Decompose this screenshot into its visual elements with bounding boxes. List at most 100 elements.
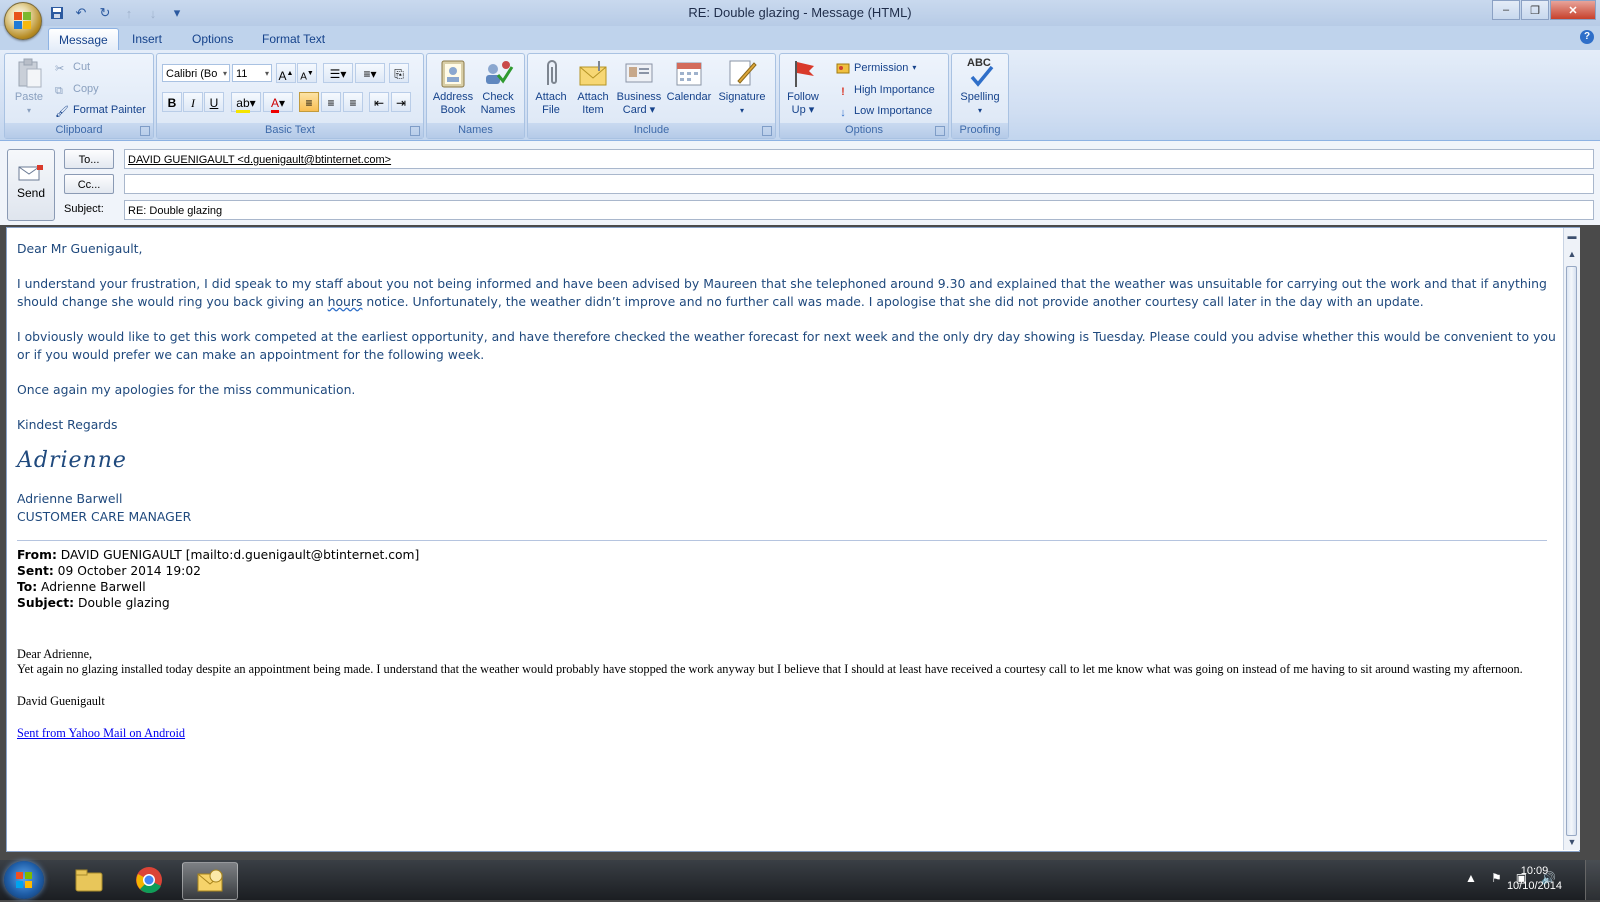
title-bar: ↶ ↻ ↑ ↓ ▾ RE: Double glazing - Message (… — [0, 0, 1600, 26]
clipboard-dialog-launcher[interactable] — [140, 126, 150, 136]
help-icon[interactable]: ? — [1580, 30, 1594, 44]
options-group: Follow Up ▾ Permission ▾ ! High Importance… — [779, 53, 949, 139]
attach-item-button[interactable]: Attach Item — [572, 57, 614, 117]
permission-button[interactable]: Permission ▾ — [836, 59, 916, 77]
align-left-button[interactable]: ≡ — [299, 92, 319, 112]
windows-logo-icon — [16, 872, 32, 888]
yahoo-mail-link[interactable]: Sent from Yahoo Mail on Android — [17, 726, 185, 740]
taskbar-chrome[interactable] — [122, 862, 176, 898]
ribbon-tabs: Message Insert Options Format Text ? — [0, 26, 1600, 51]
proofing-group: ABC Spelling ▾ Proofing — [951, 53, 1009, 139]
to-button[interactable]: To... — [64, 149, 114, 169]
decrease-indent-button[interactable]: ⇤ — [369, 92, 389, 112]
underline-button[interactable]: U — [204, 92, 224, 112]
tab-format-text[interactable]: Format Text — [252, 28, 335, 50]
taskbar-outlook[interactable] — [182, 862, 238, 900]
subject-field[interactable]: RE: Double glazing — [124, 200, 1594, 220]
names-group: Address Book Check Names Names — [426, 53, 525, 139]
bold-button[interactable]: B — [162, 92, 182, 112]
increase-indent-button[interactable]: ⇥ — [391, 92, 411, 112]
attach-file-button[interactable]: Attach File — [530, 57, 572, 117]
ribbon: Paste ▾ ✂ Cut ⧉ Copy 🖌 Format Painter Clipb… — [0, 50, 1600, 141]
vertical-scrollbar[interactable]: ▬ ▲ ▼ — [1563, 228, 1580, 850]
closing: Kindest Regards — [17, 417, 118, 432]
greeting: Dear Mr Guenigault, — [17, 241, 143, 256]
calendar-button[interactable]: Calendar — [664, 57, 714, 104]
down-arrow-icon: ↓ — [840, 107, 846, 119]
options-label: Options — [780, 123, 948, 138]
office-button[interactable] — [4, 2, 42, 40]
include-dialog-launcher[interactable] — [762, 126, 772, 136]
scroll-thumb[interactable] — [1566, 266, 1577, 836]
numbering-button[interactable]: ≡▾ — [355, 63, 385, 83]
copy-button[interactable]: ⧉ Copy — [55, 80, 99, 98]
font-size-box[interactable]: 11 ▾ — [232, 64, 272, 82]
basic-text-label: Basic Text — [157, 123, 423, 138]
tab-insert[interactable]: Insert — [122, 28, 172, 50]
follow-up-button[interactable]: Follow Up ▾ — [782, 57, 824, 117]
font-color-button[interactable]: A▾ — [263, 92, 293, 113]
envelope-clip-icon — [577, 57, 609, 89]
original-header: From: DAVID GUENIGAULT [mailto:d.gueniga… — [17, 548, 420, 610]
include-label: Include — [528, 123, 775, 138]
to-recipient[interactable]: DAVID GUENIGAULT <d.guenigault@btinterne… — [128, 154, 391, 166]
signature-title: CUSTOMER CARE MANAGER — [17, 509, 192, 524]
flag-icon — [787, 57, 819, 89]
paintbrush-icon: 🖌 — [55, 106, 69, 118]
close-button[interactable]: ✕ — [1550, 0, 1596, 20]
address-book-button[interactable]: Address Book — [431, 57, 475, 117]
message-body[interactable]: Dear Mr Guenigault, I understand your fr… — [6, 227, 1580, 852]
clock[interactable]: 10:09 10/10/2014 — [1507, 864, 1562, 894]
format-painter-button[interactable]: 🖌 Format Painter — [55, 101, 146, 119]
minimize-button[interactable]: – — [1492, 0, 1520, 20]
split-handle-icon[interactable]: ▬ — [1564, 228, 1580, 244]
cc-field[interactable] — [124, 174, 1594, 194]
cut-button[interactable]: ✂ Cut — [55, 58, 90, 76]
basic-text-dialog-launcher[interactable] — [410, 126, 420, 136]
show-hidden-icons-icon[interactable]: ▲ — [1465, 871, 1477, 885]
folder-icon — [75, 869, 103, 892]
low-importance-button[interactable]: ↓ Low Importance — [836, 102, 932, 120]
highlight-button[interactable]: ab▾ — [231, 92, 261, 113]
business-card-button[interactable]: Business Card ▾ — [614, 57, 664, 117]
scroll-down-button[interactable]: ▼ — [1564, 834, 1580, 850]
italic-button[interactable]: I — [183, 92, 203, 112]
taskbar-explorer[interactable] — [62, 862, 116, 898]
shrink-font-button[interactable]: A▼ — [297, 63, 317, 83]
action-center-flag-icon[interactable]: ⚑ — [1491, 871, 1502, 885]
signature-button[interactable]: Signature ▾ — [714, 57, 770, 117]
clear-formatting-button[interactable]: ⎘ — [389, 63, 409, 83]
options-dialog-launcher[interactable] — [935, 126, 945, 136]
high-importance-button[interactable]: ! High Importance — [836, 81, 935, 99]
tab-message[interactable]: Message — [48, 28, 119, 51]
window-controls: – ❐ ✕ — [1491, 0, 1596, 20]
cc-button[interactable]: Cc... — [64, 174, 114, 194]
spelling-flag-word: hours — [327, 294, 363, 309]
scroll-up-button[interactable]: ▲ — [1564, 246, 1580, 262]
bullets-button[interactable]: ☰▾ — [323, 63, 353, 83]
exclamation-icon: ! — [841, 86, 845, 98]
signature-name: Adrienne Barwell — [17, 491, 123, 506]
paste-button[interactable]: Paste ▾ — [9, 57, 49, 117]
start-button[interactable] — [4, 861, 44, 899]
paragraph-2: I obviously would like to get this work … — [17, 329, 1556, 362]
align-center-button[interactable]: ≡ — [321, 92, 341, 112]
to-field[interactable]: DAVID GUENIGAULT <d.guenigault@btinterne… — [124, 149, 1594, 169]
spelling-button[interactable]: ABC Spelling ▾ — [954, 57, 1006, 117]
reply-content: Dear Mr Guenigault, I understand your fr… — [17, 240, 1565, 758]
check-names-button[interactable]: Check Names — [475, 57, 521, 117]
check-names-icon — [482, 57, 514, 89]
show-desktop-button[interactable] — [1585, 860, 1600, 900]
outlook-icon — [197, 869, 223, 892]
clipboard-group: Paste ▾ ✂ Cut ⧉ Copy 🖌 Format Painter Clipb… — [4, 53, 154, 139]
font-name-box[interactable]: Calibri (Bo ▾ — [162, 64, 230, 82]
window-title: RE: Double glazing - Message (HTML) — [688, 5, 912, 20]
scissors-icon: ✂ — [55, 63, 65, 75]
maximize-button[interactable]: ❐ — [1521, 0, 1549, 20]
align-right-button[interactable]: ≡ — [343, 92, 363, 112]
grow-font-button[interactable]: A▲ — [276, 63, 296, 83]
names-label: Names — [427, 123, 524, 138]
send-button[interactable]: Send — [7, 149, 55, 221]
tab-options[interactable]: Options — [182, 28, 243, 50]
chrome-icon — [136, 867, 162, 894]
